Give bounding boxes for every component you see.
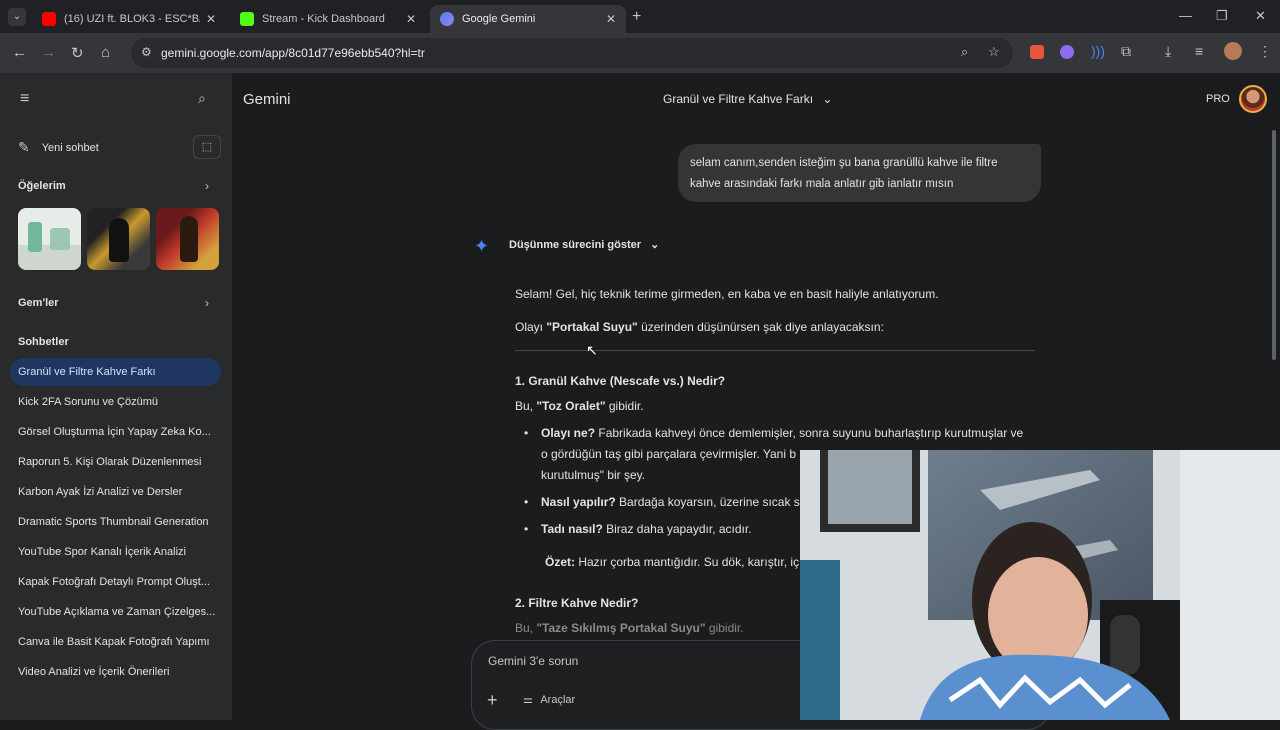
response-analogy: Olayı "Portakal Suyu" üzerinden düşünürs…: [515, 320, 884, 334]
browser-toolbar: ← → ↻ ⌂ ⚙ gemini.google.com/app/8c01d77e…: [0, 33, 1280, 73]
user-message-bubble: selam canım,senden isteğim şu bana granü…: [678, 144, 1041, 202]
bullet-text: Nasıl yapılır? Bardağa koyarsın, üzerine…: [541, 495, 800, 509]
close-tab-icon[interactable]: ✕: [206, 12, 216, 26]
tab-search-icon[interactable]: ⌄: [8, 8, 26, 26]
section-intro: Bu, "Toz Oralet" gibidir.: [515, 399, 644, 413]
chat-item[interactable]: YouTube Açıklama ve Zaman Çizelges...: [10, 598, 221, 626]
browser-tab-strip: ⌄ (16) UZI ft. BLOK3 - ESC*BAR 2.0 ✕ Str…: [0, 0, 1280, 33]
item-thumbnail[interactable]: [87, 208, 150, 270]
bullet-text-continued: o gördüğün taş gibi parçalara çevirmişle…: [541, 447, 797, 461]
chat-item[interactable]: Kapak Fotoğrafı Detaylı Prompt Oluşt...: [10, 568, 221, 596]
chevron-down-icon: ⌄: [650, 239, 660, 251]
item-thumbnail[interactable]: [156, 208, 219, 270]
close-tab-icon[interactable]: ✕: [606, 12, 616, 26]
thumbnail-graphic: [180, 216, 198, 262]
address-bar[interactable]: ⚙ gemini.google.com/app/8c01d77e96ebb540…: [131, 38, 1013, 68]
new-tab-button[interactable]: +: [632, 8, 641, 26]
section-heading: 2. Filtre Kahve Nedir?: [515, 596, 639, 610]
scrollbar[interactable]: [1272, 130, 1276, 360]
edit-icon: ✎: [18, 139, 30, 155]
chevron-right-icon[interactable]: ›: [205, 296, 209, 310]
pro-badge: PRO: [1206, 93, 1230, 105]
profile-avatar[interactable]: [1224, 42, 1242, 60]
zoom-icon[interactable]: ⌕: [961, 44, 968, 60]
chat-item-active[interactable]: Granül ve Filtre Kahve Farkı: [10, 358, 221, 386]
home-icon[interactable]: ⌂: [101, 44, 110, 61]
mouse-cursor-icon: ↖: [586, 342, 598, 358]
gemini-icon: [440, 12, 454, 26]
gemini-brand[interactable]: Gemini: [243, 91, 291, 108]
menu-icon[interactable]: ≡: [20, 90, 29, 108]
chat-item[interactable]: Canva ile Basit Kapak Fotoğrafı Yapımı: [10, 628, 221, 656]
account-avatar[interactable]: [1239, 85, 1267, 113]
section-intro: Bu, "Taze Sıkılmış Portakal Suyu" gibidi…: [515, 621, 744, 635]
forward-icon[interactable]: →: [41, 44, 56, 61]
bookmark-star-icon[interactable]: ☆: [988, 44, 1000, 60]
chevron-right-icon[interactable]: ›: [205, 179, 209, 193]
chat-item[interactable]: Görsel Oluşturma İçin Yapay Zeka Ko...: [10, 418, 221, 446]
browser-menu-icon[interactable]: ⋮: [1258, 43, 1272, 60]
chat-item[interactable]: Raporun 5. Kişi Olarak Düzenlenmesi: [10, 448, 221, 476]
response-intro: Selam! Gel, hiç teknik terime girmeden, …: [515, 287, 939, 301]
site-info-icon[interactable]: ⚙: [141, 45, 152, 59]
kick-icon: [240, 12, 254, 26]
chat-item[interactable]: Karbon Ayak İzi Analizi ve Dersler: [10, 478, 221, 506]
download-icon[interactable]: ⤓: [1165, 43, 1171, 60]
close-window-button[interactable]: ✕: [1255, 8, 1266, 24]
webcam-overlay: [800, 450, 1280, 720]
add-file-icon[interactable]: +: [487, 690, 498, 711]
youtube-icon: [42, 12, 56, 26]
browser-tab-gemini[interactable]: Google Gemini ✕: [430, 5, 626, 33]
extensions-puzzle-icon[interactable]: ⧉: [1121, 43, 1131, 60]
audio-extension-icon[interactable]: ))): [1091, 43, 1105, 59]
new-chat-button[interactable]: ✎ Yeni sohbet: [18, 139, 99, 156]
bullet-text-continued: kurutulmuş" bir şey.: [541, 468, 646, 482]
bullet-text: Tadı nasıl? Biraz daha yapaydır, acıdır.: [541, 522, 752, 536]
conversation-title-dropdown[interactable]: Granül ve Filtre Kahve Farkı ⌄: [663, 92, 832, 106]
bullet-text: Olayı ne? Fabrikada kahveyi önce demlemi…: [541, 426, 1024, 440]
sidebar: ≡ ⌕ ✎ Yeni sohbet ⬚ Öğelerim › Gem'ler ›…: [0, 73, 232, 720]
bullet-dot: •: [524, 522, 529, 536]
reload-icon[interactable]: ↻: [71, 44, 84, 62]
webcam-scene: [800, 450, 1280, 720]
thumbnail-graphic: [28, 222, 42, 252]
bullet-dot: •: [524, 495, 529, 509]
temporary-chat-icon[interactable]: ⬚: [193, 135, 221, 159]
thumbnail-graphic: [109, 218, 129, 262]
close-tab-icon[interactable]: ✕: [406, 12, 416, 26]
section-heading: 1. Granül Kahve (Nescafe vs.) Nedir?: [515, 374, 726, 388]
show-thinking-toggle[interactable]: Düşünme sürecini göster ⌄: [509, 238, 659, 251]
extension-icon[interactable]: [1030, 45, 1044, 59]
chat-item[interactable]: Video Analizi ve İçerik Önerileri: [10, 658, 221, 686]
browser-tab-kick[interactable]: Stream - Kick Dashboard ✕: [230, 5, 426, 33]
my-items-heading[interactable]: Öğelerim: [18, 180, 66, 192]
prompt-placeholder[interactable]: Gemini 3'e sorun: [488, 654, 578, 668]
thumbnail-graphic: [50, 228, 70, 250]
back-icon[interactable]: ←: [12, 44, 27, 61]
url-text: gemini.google.com/app/8c01d77e96ebb540?h…: [161, 46, 425, 60]
minimize-button[interactable]: —: [1179, 8, 1192, 23]
tools-button[interactable]: ⚌ Araçlar: [523, 693, 575, 706]
media-control-icon[interactable]: ≡: [1195, 43, 1203, 59]
tools-icon: ⚌: [523, 694, 533, 706]
browser-tab-youtube[interactable]: (16) UZI ft. BLOK3 - ESC*BAR 2.0 ✕: [32, 5, 226, 33]
chat-item[interactable]: Dramatic Sports Thumbnail Generation: [10, 508, 221, 536]
chats-heading: Sohbetler: [18, 336, 69, 348]
extension-icon[interactable]: [1060, 45, 1074, 59]
chevron-down-icon: ⌄: [822, 92, 833, 106]
maximize-button[interactable]: ❐: [1216, 8, 1228, 24]
chat-item[interactable]: YouTube Spor Kanalı İçerik Analizi: [10, 538, 221, 566]
summary-note: Özet: Hazır çorba mantığıdır. Su dök, ka…: [545, 555, 800, 569]
bullet-dot: •: [524, 426, 529, 440]
item-thumbnail[interactable]: [18, 208, 81, 270]
gemini-spark-icon: ✦: [474, 236, 490, 256]
gems-heading[interactable]: Gem'ler: [18, 297, 59, 309]
search-icon[interactable]: ⌕: [198, 90, 206, 107]
chat-item[interactable]: Kick 2FA Sorunu ve Çözümü: [10, 388, 221, 416]
